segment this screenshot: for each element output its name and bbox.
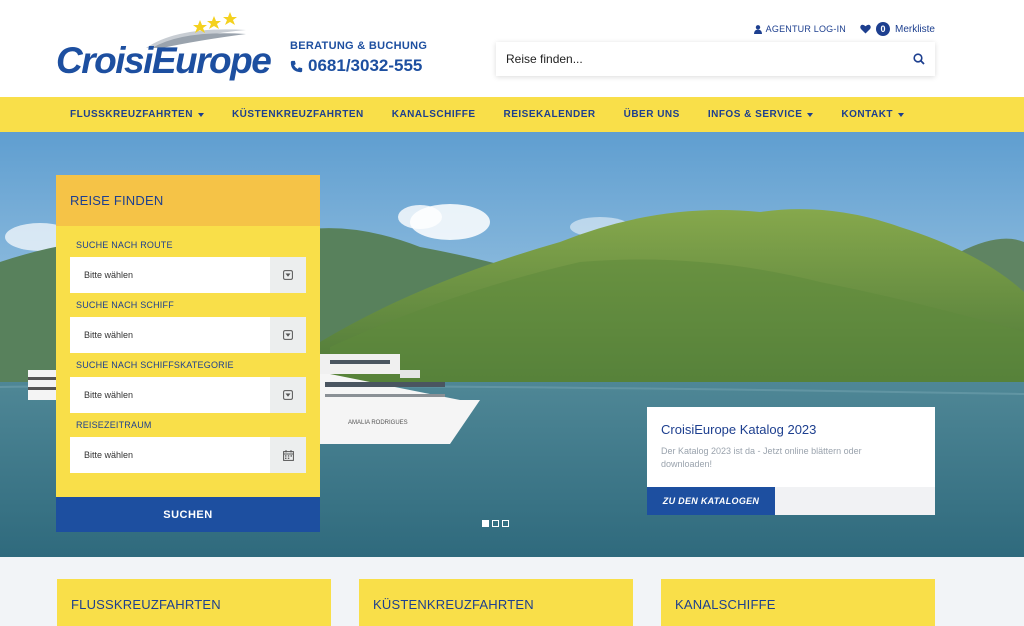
phone-icon: [290, 60, 303, 72]
search-input[interactable]: [506, 52, 913, 66]
chevron-down-icon: [283, 270, 293, 280]
nav-item-label: KONTAKT: [841, 109, 894, 120]
contact-phone[interactable]: 0681/3032-555: [290, 56, 427, 76]
site-search: [496, 42, 935, 76]
nav-item-label: ÜBER UNS: [623, 109, 680, 120]
tile-kuestenkreuzfahrten[interactable]: KÜSTENKREUZFAHRTEN: [359, 579, 633, 626]
nav-item-kanalschiffe[interactable]: KANALSCHIFFE: [378, 109, 490, 120]
nav-item-infos-service[interactable]: INFOS & SERVICE: [694, 109, 828, 120]
field-route: SUCHE NACH ROUTE Bitte wählen: [56, 226, 320, 293]
croisieurope-logo[interactable]: CroisiEurope: [56, 12, 272, 84]
ship-name: AMALIA RODRIGUES: [348, 420, 408, 426]
nav-item-label: KÜSTENKREUZFAHRTEN: [231, 109, 364, 120]
field-ship: SUCHE NACH SCHIFF Bitte wählen: [56, 293, 320, 353]
heart-icon: [860, 24, 871, 34]
slider-dot-2[interactable]: [492, 520, 499, 527]
chevron-down-icon: [283, 330, 293, 340]
chevron-down-icon: [283, 390, 293, 400]
field-value: Bitte wählen: [84, 450, 134, 460]
search-submit-button[interactable]: SUCHEN: [56, 497, 320, 532]
slider-dot-1[interactable]: [482, 520, 489, 527]
calendar-button[interactable]: [270, 437, 306, 473]
logo-text: CroisiEurope: [56, 40, 272, 81]
dropdown-button[interactable]: [270, 317, 306, 353]
site-header: CroisiEurope BERATUNG & BUCHUNG 0681/303…: [0, 0, 1024, 97]
nav-item-label: REISEKALENDER: [503, 109, 596, 120]
nav-item-kontakt[interactable]: KONTAKT: [827, 109, 918, 120]
search-icon[interactable]: [913, 53, 925, 65]
nav-item-label: INFOS & SERVICE: [707, 109, 803, 120]
main-nav: FLUSSKREUZFAHRTEN KÜSTENKREUZFAHRTEN KAN…: [0, 97, 1024, 132]
user-icon: [753, 24, 762, 34]
tile-kanalschiffe[interactable]: KANALSCHIFFE: [661, 579, 935, 626]
contact-block: BERATUNG & BUCHUNG 0681/3032-555: [290, 40, 427, 76]
dropdown-button[interactable]: [270, 377, 306, 413]
panel-title: REISE FINDEN: [56, 175, 320, 226]
agent-login-label: AGENTUR LOG-IN: [765, 24, 846, 34]
nav-item-reisekalender[interactable]: REISEKALENDER: [490, 109, 610, 120]
slider-dot-3[interactable]: [502, 520, 509, 527]
caret-down-icon: [807, 112, 814, 117]
phone-number: 0681/3032-555: [308, 56, 423, 75]
catalog-text: Der Katalog 2023 ist da - Jetzt online b…: [661, 446, 862, 469]
field-label: SUCHE NACH SCHIFFSKATEGORIE: [76, 360, 234, 370]
field-value: Bitte wählen: [84, 330, 134, 340]
catalog-button[interactable]: ZU DEN KATALOGEN: [647, 487, 775, 515]
nav-item-label: KANALSCHIFFE: [391, 109, 476, 120]
wishlist-label: Merkliste: [894, 23, 935, 35]
category-tiles-section: FLUSSKREUZFAHRTEN KÜSTENKREUZFAHRTEN KAN…: [0, 557, 1024, 626]
ship-left: [28, 370, 58, 400]
catalog-card: CroisiEurope Katalog 2023 Der Katalog 20…: [647, 407, 935, 515]
slider-dots: [482, 520, 509, 527]
field-label: SUCHE NACH ROUTE: [76, 240, 173, 250]
tile-flusskreuzfahrten[interactable]: FLUSSKREUZFAHRTEN: [57, 579, 331, 626]
trip-search-panel: REISE FINDEN SUCHE NACH ROUTE Bitte wähl…: [56, 175, 320, 532]
field-ship-category: SUCHE NACH SCHIFFSKATEGORIE Bitte wählen: [56, 353, 320, 413]
route-select[interactable]: Bitte wählen: [70, 257, 306, 293]
catalog-title: CroisiEurope Katalog 2023: [661, 422, 817, 437]
calendar-icon: [282, 449, 294, 461]
field-label: SUCHE NACH SCHIFF: [76, 300, 174, 310]
travel-period-input[interactable]: Bitte wählen: [70, 437, 306, 473]
field-value: Bitte wählen: [84, 270, 134, 280]
wishlist-count-badge: 0: [875, 22, 890, 36]
caret-down-icon: [197, 112, 204, 117]
nav-item-ueber-uns[interactable]: ÜBER UNS: [610, 109, 694, 120]
agent-login-link[interactable]: AGENTUR LOG-IN: [753, 24, 846, 34]
nav-item-kuestenkreuzfahrten[interactable]: KÜSTENKREUZFAHRTEN: [218, 109, 378, 120]
ship-select[interactable]: Bitte wählen: [70, 317, 306, 353]
contact-label: BERATUNG & BUCHUNG: [290, 40, 428, 52]
field-label: REISEZEITRAUM: [76, 420, 152, 430]
top-links: AGENTUR LOG-IN 0 Merkliste: [753, 22, 935, 36]
dropdown-button[interactable]: [270, 257, 306, 293]
field-value: Bitte wählen: [84, 390, 134, 400]
wishlist-link[interactable]: 0 Merkliste: [860, 22, 935, 36]
field-travel-period: REISEZEITRAUM Bitte wählen: [56, 413, 320, 473]
nav-item-label: FLUSSKREUZFAHRTEN: [70, 109, 193, 120]
nav-item-flusskreuzfahrten[interactable]: FLUSSKREUZFAHRTEN: [56, 109, 218, 120]
ship-category-select[interactable]: Bitte wählen: [70, 377, 306, 413]
caret-down-icon: [898, 112, 905, 117]
